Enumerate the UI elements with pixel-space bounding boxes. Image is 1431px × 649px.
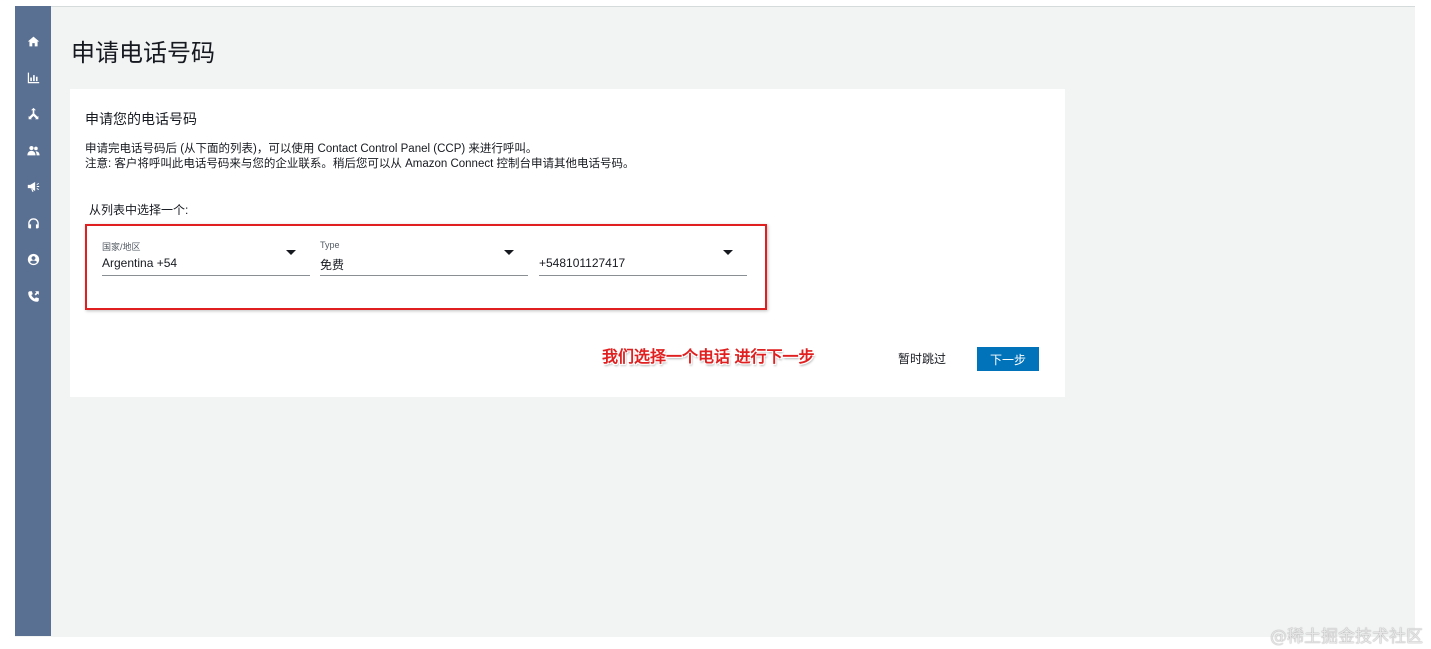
headset-icon[interactable] (24, 214, 42, 232)
user-circle-icon[interactable] (24, 250, 42, 268)
skip-button[interactable]: 暂时跳过 (898, 350, 946, 367)
country-select-label: 国家/地区 (102, 242, 141, 252)
page-title: 申请电话号码 (71, 40, 215, 67)
phone-number-select-value: +548101127417 (539, 256, 626, 270)
description-line-1: 申请完电话号码后 (从下面的列表)，可以使用 Contact Control P… (85, 143, 538, 155)
phone-number-select[interactable]: +548101127417 (539, 236, 747, 276)
bar-chart-icon[interactable] (24, 68, 42, 86)
phone-icon[interactable] (24, 287, 42, 305)
users-icon[interactable] (24, 141, 42, 159)
sidebar (15, 6, 51, 636)
select-prompt: 从列表中选择一个: (89, 203, 189, 217)
type-select-value: 免费 (320, 258, 345, 272)
chevron-down-icon (504, 250, 514, 255)
watermark: @稀土掘金技术社区 (1270, 627, 1423, 647)
type-select-label: Type (320, 240, 340, 250)
country-select[interactable]: 国家/地区 Argentina +54 (102, 236, 310, 276)
routing-icon[interactable] (24, 104, 42, 122)
card-title: 申请您的电话号码 (85, 111, 197, 127)
description-line-2: 注意: 客户将呼叫此电话号码来与您的企业联系。稍后您可以从 Amazon Con… (85, 158, 635, 170)
chevron-down-icon (286, 250, 296, 255)
country-select-value: Argentina +54 (102, 256, 178, 270)
annotation-text: 我们选择一个电话 进行下一步 (602, 349, 815, 366)
home-icon[interactable] (24, 32, 42, 50)
chevron-down-icon (723, 250, 733, 255)
request-number-card: 申请您的电话号码 申请完电话号码后 (从下面的列表)，可以使用 Contact … (70, 89, 1065, 397)
next-button[interactable]: 下一步 (977, 347, 1039, 371)
megaphone-icon[interactable] (24, 177, 42, 195)
type-select[interactable]: Type 免费 (320, 236, 528, 276)
